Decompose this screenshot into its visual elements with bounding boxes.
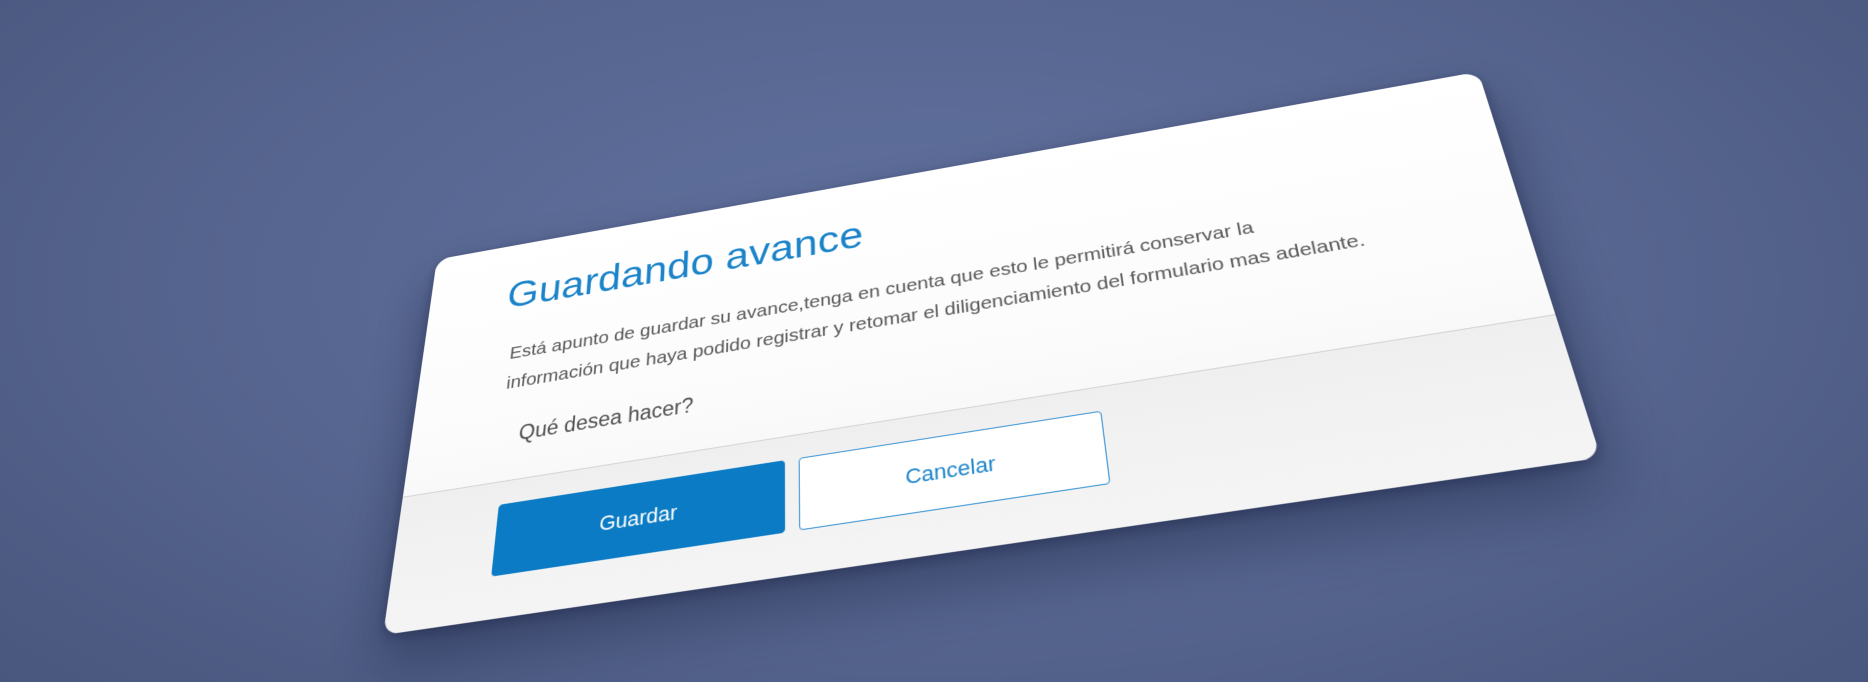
save-progress-dialog: Guardando avance Está apunto de guardar … <box>383 71 1601 636</box>
background-stage: Guardando avance Está apunto de guardar … <box>0 0 1868 682</box>
